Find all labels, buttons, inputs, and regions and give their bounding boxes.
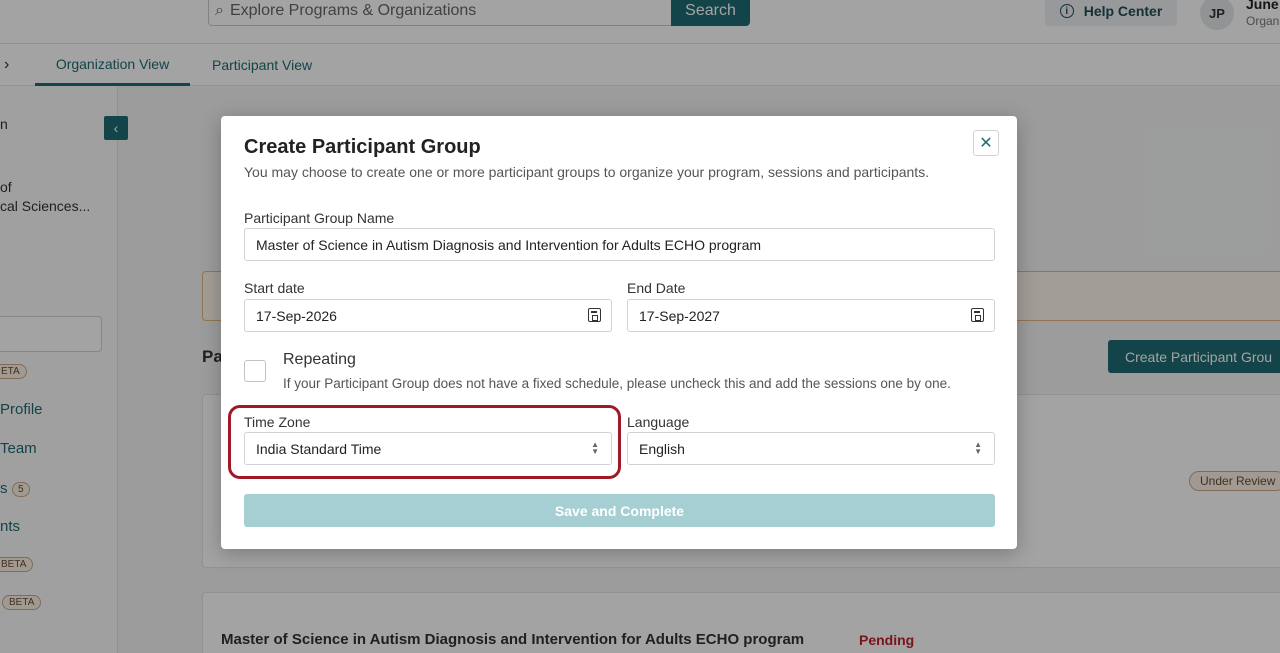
end-date-label: End Date	[627, 280, 686, 296]
language-select[interactable]: English ▲ ▼	[627, 432, 995, 465]
create-participant-group-dialog: Create Participant Group You may choose …	[221, 116, 1017, 549]
calendar-icon[interactable]	[588, 308, 601, 322]
calendar-icon[interactable]	[971, 308, 984, 322]
start-date-label: Start date	[244, 280, 305, 296]
group-name-input[interactable]: Master of Science in Autism Diagnosis an…	[244, 228, 995, 261]
start-date-value: 17-Sep-2026	[256, 307, 337, 324]
dialog-title: Create Participant Group	[244, 136, 481, 158]
end-date-input[interactable]: 17-Sep-2027	[627, 299, 995, 332]
timezone-value: India Standard Time	[256, 440, 382, 457]
close-button[interactable]: ✕	[973, 130, 999, 156]
timezone-label: Time Zone	[244, 414, 311, 430]
language-value: English	[639, 440, 685, 457]
close-icon: ✕	[979, 135, 993, 152]
start-date-input[interactable]: 17-Sep-2026	[244, 299, 612, 332]
select-arrows-icon: ▲ ▼	[591, 440, 599, 456]
group-name-value: Master of Science in Autism Diagnosis an…	[256, 236, 762, 253]
repeating-label: Repeating	[283, 351, 356, 368]
save-and-complete-button[interactable]: Save and Complete	[244, 494, 995, 527]
repeating-help-text: If your Participant Group does not have …	[283, 376, 951, 391]
timezone-select[interactable]: India Standard Time ▲ ▼	[244, 432, 612, 465]
select-arrows-icon: ▲ ▼	[974, 440, 982, 456]
dialog-subtitle: You may choose to create one or more par…	[244, 164, 930, 180]
language-label: Language	[627, 414, 690, 430]
end-date-value: 17-Sep-2027	[639, 307, 720, 324]
repeating-checkbox[interactable]	[244, 360, 266, 382]
group-name-label: Participant Group Name	[244, 210, 395, 226]
